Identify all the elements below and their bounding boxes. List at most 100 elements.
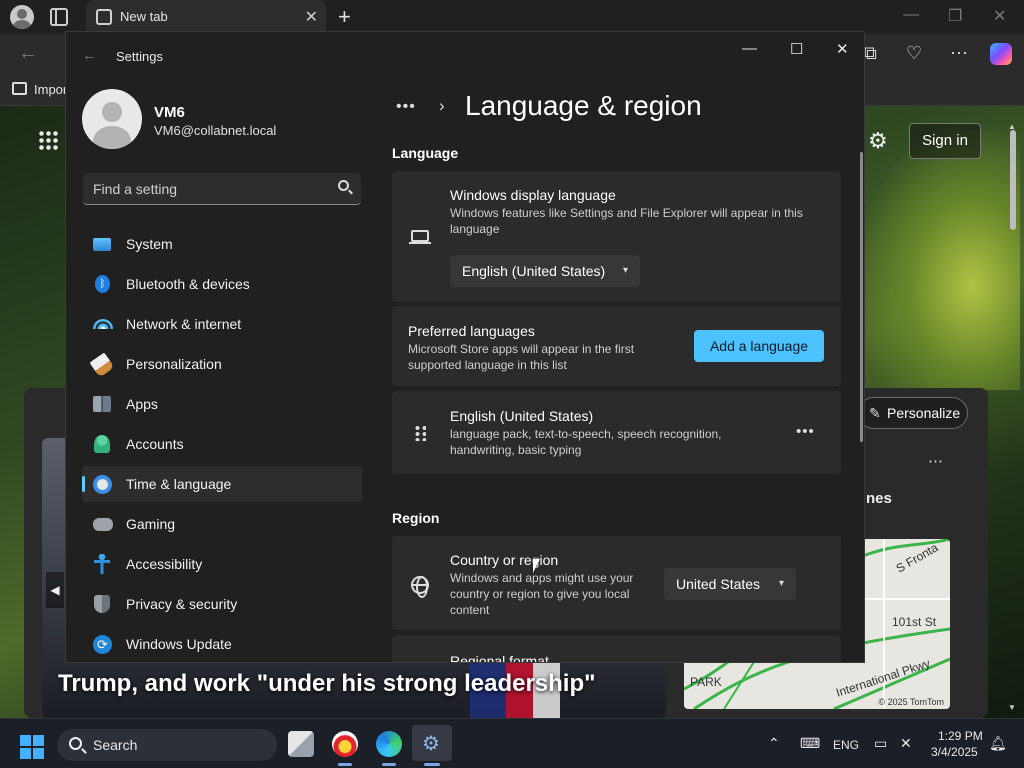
drag-handle-icon[interactable] (414, 425, 426, 441)
map-park-label: PARK (690, 675, 722, 689)
nav-item-windows-update[interactable]: ⟳ Windows Update (82, 626, 362, 662)
nav-item-gaming[interactable]: Gaming (82, 506, 362, 542)
keyboard-icon[interactable]: ⌨ (800, 735, 820, 752)
settings-back-icon[interactable]: ← (82, 47, 97, 64)
breadcrumb-more-icon[interactable]: ••• (396, 98, 416, 116)
nav-item-label: Time & language (126, 476, 232, 492)
settings-window-title: Settings (116, 49, 163, 64)
card-more-icon[interactable]: ⋯ (928, 452, 944, 470)
display-language-dropdown[interactable]: English (United States) ▾ (450, 255, 640, 287)
volume-icon[interactable]: ✕ (900, 735, 912, 752)
nav-item-apps[interactable]: Apps (82, 386, 362, 422)
installed-language-card[interactable]: English (United States) language pack, t… (392, 391, 841, 474)
input-language[interactable]: ENG (833, 738, 859, 752)
page-scrollbar[interactable]: ▲ ▼ (1008, 122, 1016, 712)
clock-time[interactable]: 1:29 PM (938, 729, 983, 743)
settings-maximize-button[interactable]: ☐ (790, 40, 803, 58)
system-icon (93, 238, 111, 251)
start-button[interactable] (20, 735, 44, 759)
update-icon: ⟳ (93, 635, 112, 654)
taskbar-search-label: Search (93, 737, 138, 753)
display-language-value: English (United States) (462, 263, 606, 279)
import-favorites-icon (12, 82, 27, 95)
back-arrow-icon[interactable]: ← (18, 42, 38, 65)
nav-item-label: Apps (126, 396, 158, 412)
close-tab-icon[interactable]: ✕ (305, 7, 318, 27)
scrollbar-thumb[interactable] (1010, 130, 1016, 230)
country-region-dropdown[interactable]: United States ▾ (664, 568, 796, 600)
preferred-languages-card: Preferred languages Microsoft Store apps… (392, 306, 841, 386)
new-tab-button[interactable]: + (338, 4, 351, 30)
sign-in-button[interactable]: Sign in (909, 123, 981, 159)
browser-tab[interactable]: New tab ✕ (86, 0, 326, 34)
add-language-button[interactable]: Add a language (694, 330, 824, 362)
user-name: VM6 (154, 104, 185, 121)
copilot-icon[interactable] (990, 43, 1012, 65)
country-region-card: Country or region Windows and apps might… (392, 536, 841, 630)
browser-tab-bar: New tab ✕ + — ❐ ✕ (0, 0, 1024, 34)
nav-item-label: Network & internet (126, 316, 242, 332)
more-options-icon[interactable]: ⋯ (950, 43, 968, 64)
nav-item-time-language[interactable]: Time & language (82, 466, 362, 502)
nav-item-bluetooth-devices[interactable]: ᛒ Bluetooth & devices (82, 266, 362, 302)
scroll-down-icon[interactable]: ▼ (1008, 703, 1016, 712)
nav-item-system[interactable]: System (82, 226, 362, 262)
import-favorites-link[interactable]: Impor (34, 82, 67, 97)
nav-item-privacy-security[interactable]: Privacy & security (82, 586, 362, 622)
breadcrumb-chevron-icon: › (439, 96, 445, 115)
browser-restore-button[interactable]: ❐ (948, 6, 962, 26)
map-street-label: 101st St (892, 615, 937, 629)
app-launcher-icon[interactable] (38, 130, 58, 150)
more-options-icon[interactable]: ••• (796, 423, 815, 440)
nav-item-accessibility[interactable]: Accessibility (82, 546, 362, 582)
user-avatar[interactable] (82, 89, 142, 149)
clock-date[interactable]: 3/4/2025 (931, 745, 978, 759)
regional-format-title: Regional format (450, 653, 549, 663)
personalize-button[interactable]: ✎ Personalize (858, 397, 968, 429)
display-language-title: Windows display language (450, 187, 616, 203)
map-copyright: © 2025 TomTom (878, 697, 945, 707)
nav-item-label: Accessibility (126, 556, 203, 572)
pencil-icon: ✎ (869, 405, 881, 421)
country-region-title: Country or region (450, 552, 559, 568)
settings-minimize-button[interactable]: — (742, 40, 757, 57)
nav-item-personalization[interactable]: Personalization (82, 346, 362, 382)
tab-title: New tab (120, 9, 168, 24)
settings-scrollbar[interactable] (860, 152, 863, 442)
shield-icon (94, 595, 110, 613)
news-headline[interactable]: Trump, and work "under his strong leader… (58, 670, 596, 698)
gear-icon: ⚙ (422, 733, 440, 755)
edge-icon[interactable] (376, 731, 402, 757)
settings-taskbar-button[interactable]: ⚙ (412, 725, 452, 761)
page-settings-gear-icon[interactable]: ⚙ (868, 128, 888, 154)
carousel-previous-button[interactable]: ◀ (46, 572, 64, 608)
collections-icon[interactable]: ⧉ (864, 43, 877, 64)
country-region-description: Windows and apps might use your country … (450, 571, 634, 617)
personalize-label: Personalize (887, 405, 961, 421)
find-setting-input[interactable] (83, 173, 323, 204)
yandex-browser-icon[interactable] (332, 731, 358, 757)
nav-item-network-internet[interactable]: Network & internet (82, 306, 362, 342)
find-setting-search[interactable] (83, 173, 361, 205)
user-email: VM6@collabnet.local (154, 123, 277, 138)
accessibility-icon (94, 554, 110, 574)
browser-close-button[interactable]: ✕ (993, 6, 1006, 26)
task-view-icon[interactable] (288, 731, 314, 757)
tab-actions-icon[interactable] (50, 8, 68, 26)
settings-close-button[interactable]: ✕ (836, 40, 849, 58)
chevron-down-icon: ▾ (778, 578, 784, 589)
taskbar-search[interactable]: Search (57, 729, 277, 761)
browser-minimize-button[interactable]: — (903, 6, 919, 24)
notification-bell-icon[interactable]: 🔔︎ (989, 735, 1007, 752)
nav-item-label: Bluetooth & devices (126, 276, 250, 292)
browser-essentials-icon[interactable]: ♡ (906, 43, 922, 64)
chevron-up-icon[interactable]: ⌃ (768, 735, 780, 752)
profile-avatar[interactable] (10, 5, 34, 29)
search-icon[interactable] (338, 180, 349, 191)
nav-item-accounts[interactable]: Accounts (82, 426, 362, 462)
regional-format-card[interactable]: Regional format (392, 635, 841, 663)
network-icon[interactable]: ▭ (874, 735, 887, 752)
chevron-down-icon: ▾ (622, 265, 628, 276)
app-active-indicator (424, 763, 440, 766)
nav-item-label: System (126, 236, 173, 252)
